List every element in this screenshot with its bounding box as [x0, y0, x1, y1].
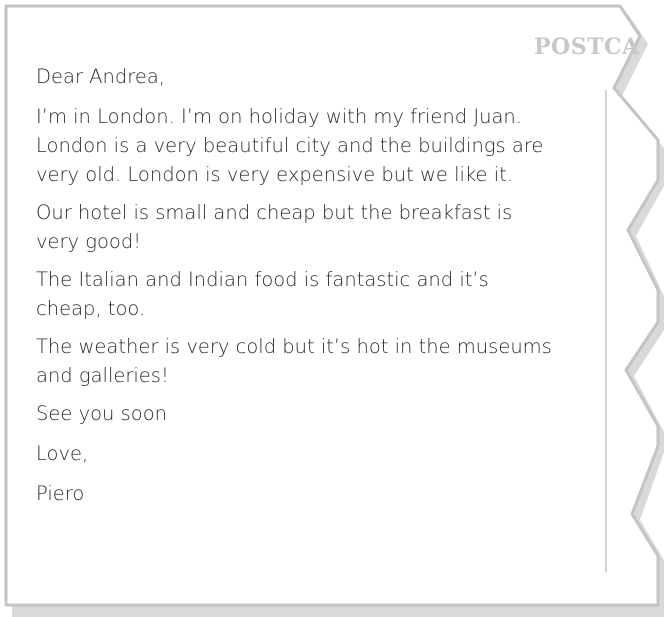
address-divider-line	[605, 90, 607, 572]
signoff: Love,	[36, 442, 89, 465]
paragraph-hotel: Our hotel is small and cheap but the bre…	[36, 201, 513, 253]
postcard: POSTCA Dear Andrea, I’m in London. I’m o…	[0, 0, 664, 617]
postcard-message: Dear Andrea, I’m in London. I’m on holid…	[36, 62, 556, 519]
signature: Piero	[36, 482, 85, 505]
greeting: Dear Andrea,	[36, 65, 165, 88]
paragraph-food: The Italian and Indian food is fantastic…	[36, 268, 489, 320]
closing: See you soon	[36, 402, 167, 425]
postcard-heading: POSTCA	[534, 34, 640, 60]
paragraph-london: I’m in London. I’m on holiday with my fr…	[36, 105, 544, 186]
paragraph-weather: The weather is very cold but it’s hot in…	[36, 335, 552, 387]
